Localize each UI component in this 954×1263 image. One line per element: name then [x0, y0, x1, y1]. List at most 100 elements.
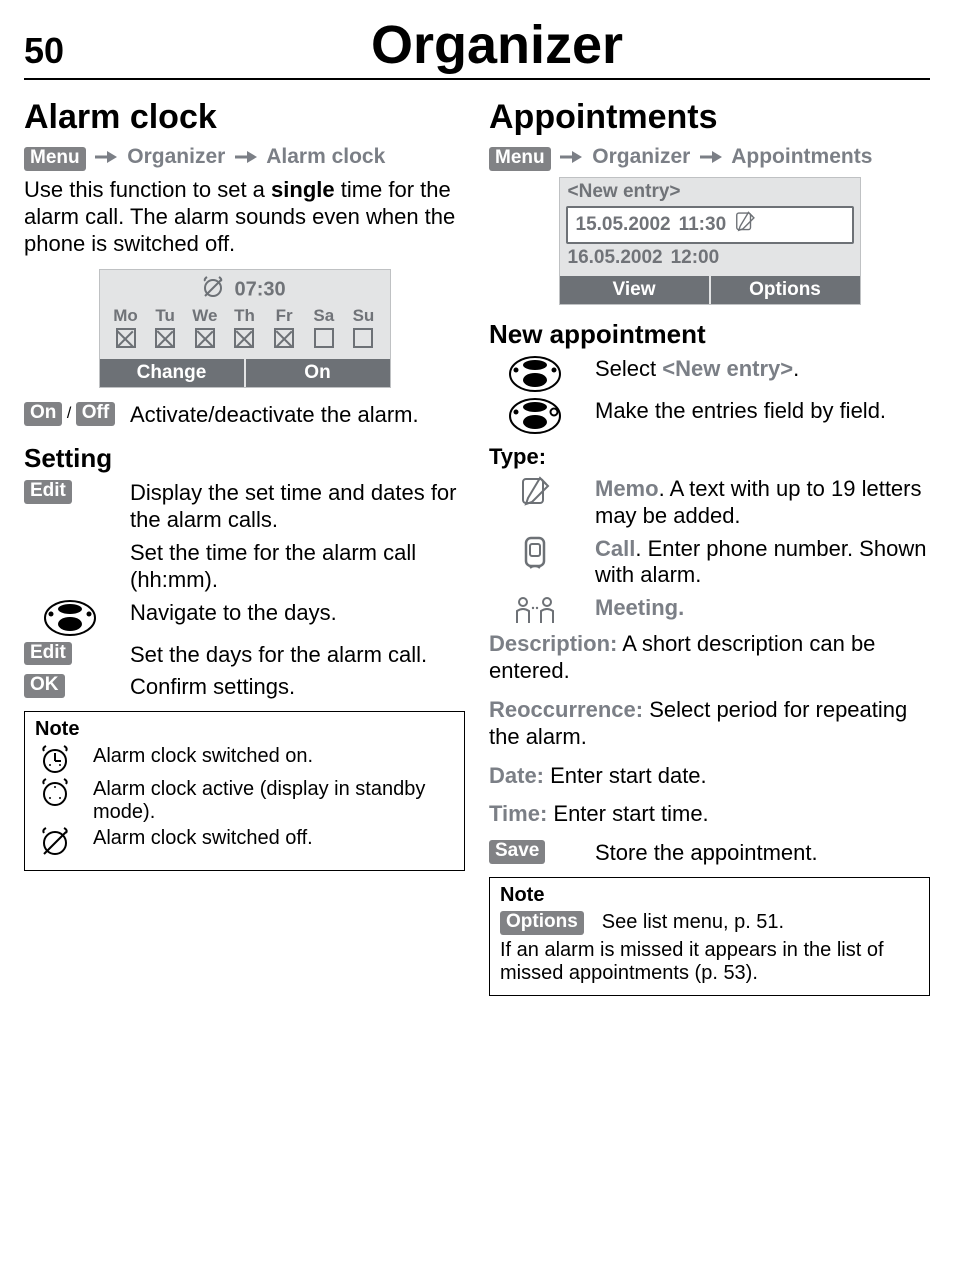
nav-key-icon — [24, 600, 116, 636]
setting-title: Setting — [24, 443, 465, 474]
off-chip[interactable]: Off — [76, 402, 115, 426]
note-box-left: Note Alarm clock switched on. Alarm cloc… — [24, 711, 465, 871]
weekday-checkbox[interactable] — [353, 328, 373, 348]
type-call: Call. Enter phone number. Shown with ala… — [595, 536, 930, 590]
weekday-checkbox[interactable] — [116, 328, 136, 348]
breadcrumb: Menu Organizer Alarm clock — [24, 145, 465, 171]
page-header: 50 Organizer — [24, 14, 930, 80]
alarm-clock-title: Alarm clock — [24, 98, 465, 137]
breadcrumb: Menu Organizer Appointments — [489, 145, 930, 171]
page-number: 50 — [24, 30, 64, 72]
crumb-appointments: Appointments — [731, 145, 872, 168]
weekday-col: Tu — [149, 306, 181, 353]
ok-desc: Confirm settings. — [130, 674, 465, 701]
softkey-change[interactable]: Change — [100, 359, 244, 387]
appointments-phone-screen: <New entry> 15.05.2002 11:30 16.05.2002 … — [559, 177, 861, 305]
page-title: Organizer — [64, 14, 930, 76]
nav-key-right-icon — [489, 398, 581, 434]
note-missed: If an alarm is missed it appears in the … — [500, 939, 919, 985]
right-column: Appointments Menu Organizer Appointments… — [489, 98, 930, 996]
on-off-chips: On / Off — [24, 402, 116, 426]
appointments-title: Appointments — [489, 98, 930, 137]
weekday-col: Fr — [268, 306, 300, 353]
note-title: Note — [35, 718, 454, 741]
softkey-bar: Change On — [100, 359, 390, 387]
weekday-col: Mo — [110, 306, 142, 353]
weekday-label: We — [189, 306, 221, 326]
weekday-label: Tu — [149, 306, 181, 326]
weekday-checkbox[interactable] — [195, 328, 215, 348]
date-field: Date: Enter start date. — [489, 763, 930, 790]
note-active: Alarm clock active (display in standby m… — [93, 778, 454, 824]
weekday-label: Th — [228, 306, 260, 326]
note-box-right: Note Options See list menu, p. 51. If an… — [489, 877, 930, 996]
edit1-desc: Display the set time and dates for the a… — [130, 480, 465, 534]
type-memo: Memo. A text with up to 19 letters may b… — [595, 476, 930, 530]
nav-key-icon — [489, 356, 581, 392]
note-title: Note — [500, 884, 919, 907]
reoccurrence-field: Reoccurrence: Select period for repeatin… — [489, 697, 930, 751]
crumb-alarm: Alarm clock — [266, 145, 385, 168]
step-entries: Make the entries field by field. — [595, 398, 930, 425]
new-appointment-title: New appointment — [489, 319, 930, 350]
edit-chip[interactable]: Edit — [24, 642, 72, 666]
arrow-icon — [235, 151, 257, 163]
weekday-row: Mo Tu We Th Fr Sa Su — [108, 304, 382, 355]
note-off: Alarm clock switched off. — [93, 827, 454, 850]
alarm-off-icon — [203, 276, 223, 304]
alarm-on-icon — [35, 745, 75, 775]
softkey-options[interactable]: Options — [709, 276, 860, 304]
arrow-icon — [700, 151, 722, 163]
weekday-label: Mo — [110, 306, 142, 326]
alarm-phone-screen: 07:30 Mo Tu We Th Fr Sa Su Change On — [99, 269, 391, 388]
call-icon — [489, 536, 581, 570]
alarm-off-icon — [35, 827, 75, 857]
ok-chip[interactable]: OK — [24, 674, 65, 698]
list-item-new[interactable]: <New entry> — [560, 178, 860, 206]
menu-chip[interactable]: Menu — [489, 147, 551, 171]
weekday-label: Sa — [308, 306, 340, 326]
list-item-selected[interactable]: 15.05.2002 11:30 — [566, 206, 854, 244]
weekday-checkbox[interactable] — [274, 328, 294, 348]
memo-icon — [734, 211, 756, 239]
crumb-organizer: Organizer — [127, 145, 225, 168]
time-field: Time: Enter start time. — [489, 801, 930, 828]
type-meeting: Meeting. — [595, 595, 930, 622]
left-column: Alarm clock Menu Organizer Alarm clock U… — [24, 98, 465, 996]
on-chip[interactable]: On — [24, 402, 62, 426]
alarm-intro: Use this function to set a single time f… — [24, 177, 465, 257]
meeting-icon — [489, 595, 581, 625]
note-options: See list menu, p. 51. — [602, 911, 919, 934]
weekday-checkbox[interactable] — [155, 328, 175, 348]
weekday-checkbox[interactable] — [314, 328, 334, 348]
list-item[interactable]: 16.05.2002 12:00 — [560, 244, 860, 272]
menu-chip[interactable]: Menu — [24, 147, 86, 171]
step-select-new: Select <New entry>. — [595, 356, 930, 383]
weekday-checkbox[interactable] — [234, 328, 254, 348]
softkey-on[interactable]: On — [244, 359, 390, 387]
arrow-icon — [560, 151, 582, 163]
weekday-col: Su — [347, 306, 379, 353]
crumb-organizer: Organizer — [592, 145, 690, 168]
alarm-time-display: 07:30 — [108, 276, 382, 304]
alarm-active-icon — [35, 778, 75, 808]
softkey-view[interactable]: View — [560, 276, 709, 304]
save-chip[interactable]: Save — [489, 840, 545, 864]
nav-desc: Navigate to the days. — [130, 600, 465, 627]
on-off-desc: Activate/deactivate the alarm. — [130, 402, 465, 429]
weekday-col: Th — [228, 306, 260, 353]
memo-icon — [489, 476, 581, 508]
weekday-col: We — [189, 306, 221, 353]
description-field: Description: A short description can be … — [489, 631, 930, 685]
softkey-bar: View Options — [560, 276, 860, 304]
weekday-label: Fr — [268, 306, 300, 326]
weekday-col: Sa — [308, 306, 340, 353]
type-label: Type: — [489, 444, 930, 470]
options-chip[interactable]: Options — [500, 911, 584, 935]
save-desc: Store the appointment. — [595, 840, 930, 867]
edit-chip[interactable]: Edit — [24, 480, 72, 504]
set-time-desc: Set the time for the alarm call (hh:mm). — [130, 540, 465, 594]
note-on: Alarm clock switched on. — [93, 745, 454, 768]
weekday-label: Su — [347, 306, 379, 326]
arrow-icon — [95, 151, 117, 163]
